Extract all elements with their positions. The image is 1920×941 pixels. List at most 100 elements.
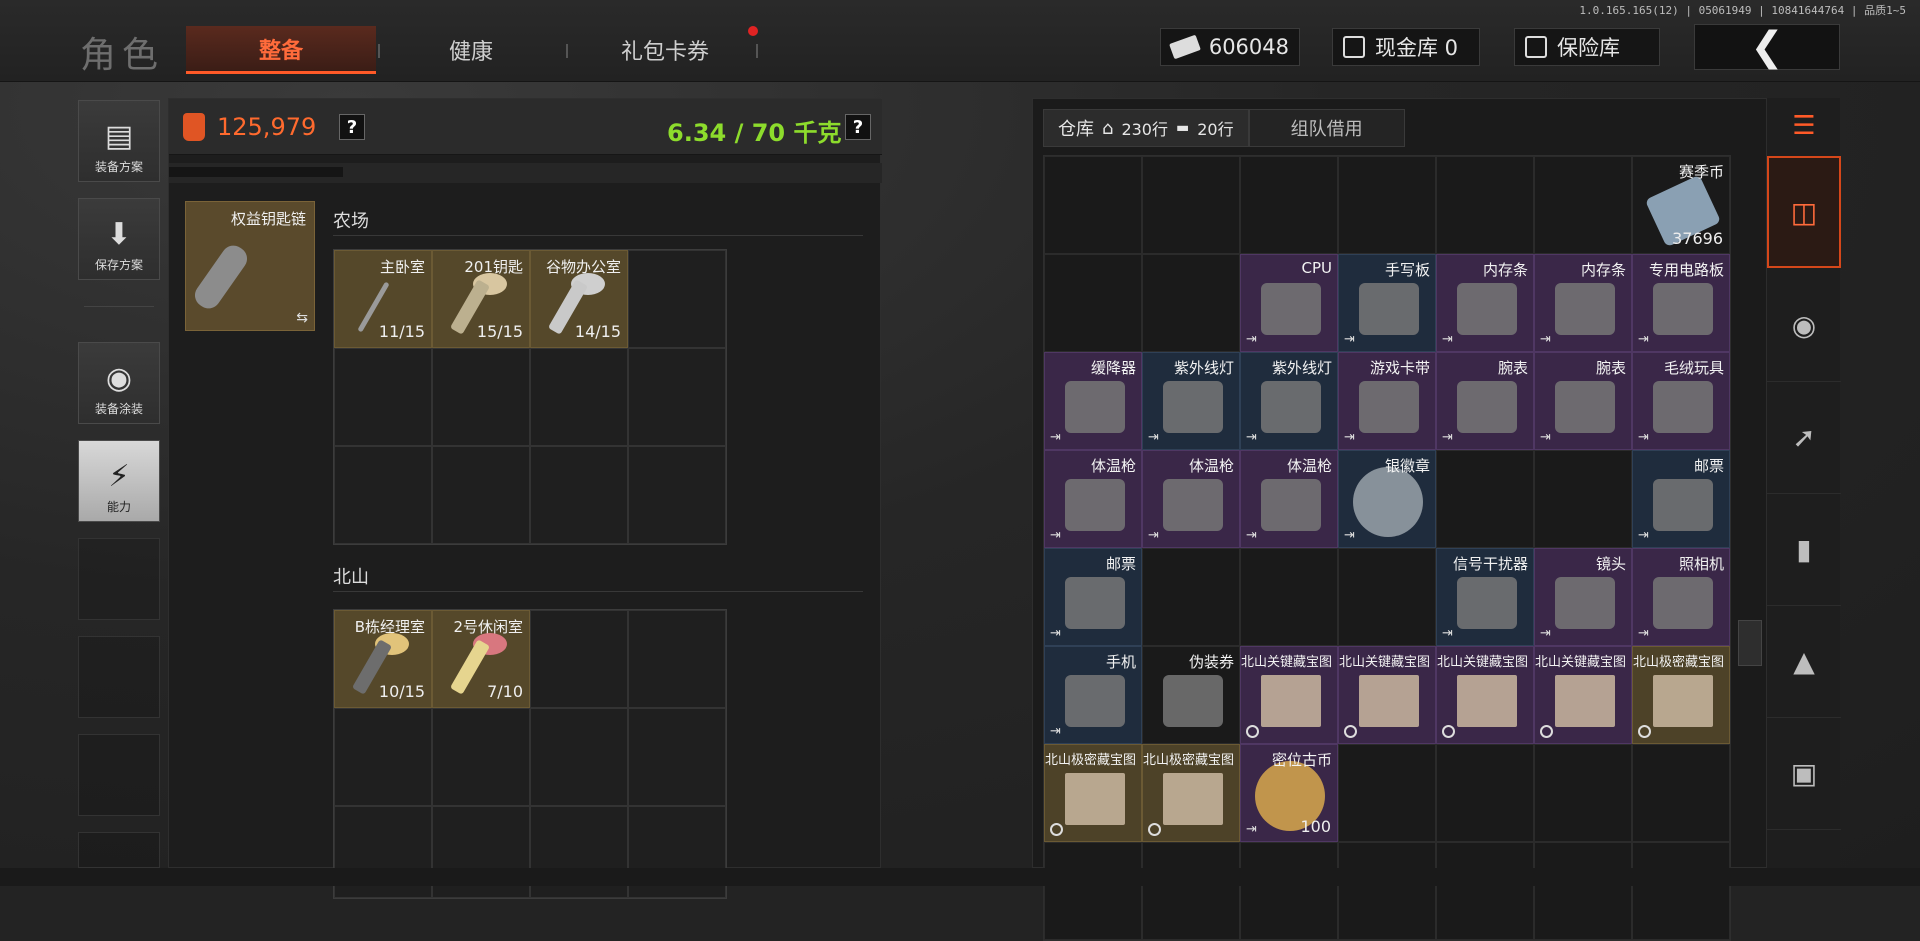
inventory-empty-slot[interactable] — [1044, 254, 1142, 352]
inventory-item[interactable]: 体温枪 ⇥ — [1142, 450, 1240, 548]
category-all-button[interactable]: ◫ — [1767, 156, 1841, 268]
inventory-item[interactable]: 腕表 ⇥ — [1436, 352, 1534, 450]
inventory-item[interactable]: 紫外线灯 ⇥ — [1240, 352, 1338, 450]
inventory-item[interactable]: 体温枪 ⇥ — [1240, 450, 1338, 548]
key-slot[interactable]: 主卧室 11/15 — [334, 250, 432, 348]
inventory-item[interactable]: 邮票 ⇥ — [1632, 450, 1730, 548]
empty-key-slot[interactable] — [432, 708, 530, 806]
inventory-item[interactable]: 紫外线灯 ⇥ — [1142, 352, 1240, 450]
inventory-empty-slot[interactable] — [1436, 842, 1534, 940]
inventory-empty-slot[interactable] — [1534, 156, 1632, 254]
inventory-item[interactable]: 伪装券 — [1142, 646, 1240, 744]
inventory-empty-slot[interactable] — [1142, 548, 1240, 646]
inventory-item[interactable]: 腕表 ⇥ — [1534, 352, 1632, 450]
key-slot[interactable]: 2号休闲室 7/10 — [432, 610, 530, 708]
key-slot[interactable]: 谷物办公室 14/15 — [530, 250, 628, 348]
inventory-item[interactable]: CPU ⇥ — [1240, 254, 1338, 352]
swap-icon[interactable]: ⇆ — [296, 310, 308, 326]
inventory-item[interactable]: 北山极密藏宝图 — [1044, 744, 1142, 842]
inventory-empty-slot[interactable] — [1142, 254, 1240, 352]
inventory-item[interactable]: 北山极密藏宝图 — [1142, 744, 1240, 842]
inventory-item[interactable]: 北山极密藏宝图 — [1632, 646, 1730, 744]
inventory-item[interactable]: 赛季币 37696 — [1632, 156, 1730, 254]
empty-key-slot[interactable] — [334, 348, 432, 446]
empty-key-slot[interactable] — [628, 250, 726, 348]
inventory-item[interactable]: 北山关键藏宝图 — [1338, 646, 1436, 744]
key-slot[interactable]: 201钥匙 15/15 — [432, 250, 530, 348]
inventory-item[interactable]: 内存条 ⇥ — [1534, 254, 1632, 352]
inventory-item[interactable]: 游戏卡带 ⇥ — [1338, 352, 1436, 450]
inventory-empty-slot[interactable] — [1436, 156, 1534, 254]
tab-health[interactable]: 健康 — [396, 26, 546, 74]
inventory-item[interactable]: 信号干扰器 ⇥ — [1436, 548, 1534, 646]
inventory-empty-slot[interactable] — [1338, 842, 1436, 940]
empty-key-slot[interactable] — [530, 348, 628, 446]
sort-refresh-icon[interactable]: ☰ — [1767, 98, 1841, 154]
inventory-empty-slot[interactable] — [1142, 842, 1240, 940]
empty-key-slot[interactable] — [432, 446, 530, 544]
inventory-item[interactable]: 体温枪 ⇥ — [1044, 450, 1142, 548]
weight-help-button[interactable]: ? — [845, 114, 871, 140]
inventory-empty-slot[interactable] — [1338, 744, 1436, 842]
empty-key-slot[interactable] — [530, 610, 628, 708]
inventory-empty-slot[interactable] — [1044, 156, 1142, 254]
inventory-item[interactable]: 北山关键藏宝图 — [1436, 646, 1534, 744]
inventory-empty-slot[interactable] — [1534, 450, 1632, 548]
inventory-empty-slot[interactable] — [1044, 842, 1142, 940]
category-helmet-button[interactable]: ◉ — [1767, 270, 1841, 382]
inventory-empty-slot[interactable] — [1436, 450, 1534, 548]
warehouse-scrollbar[interactable] — [1738, 620, 1762, 666]
inventory-item[interactable]: 照相机 ⇥ — [1632, 548, 1730, 646]
inventory-item[interactable]: 专用电路板 ⇥ — [1632, 254, 1730, 352]
sidebar-item-loadout-plan[interactable]: ▤ 装备方案 — [78, 100, 160, 182]
inventory-empty-slot[interactable] — [1534, 744, 1632, 842]
inventory-empty-slot[interactable] — [1240, 548, 1338, 646]
back-button[interactable]: ❮ — [1694, 24, 1840, 70]
inventory-item[interactable]: 内存条 ⇥ — [1436, 254, 1534, 352]
empty-key-slot[interactable] — [628, 348, 726, 446]
empty-key-slot[interactable] — [530, 446, 628, 544]
category-magazine-button[interactable]: ▮ — [1767, 494, 1841, 606]
tab-team-borrow[interactable]: 组队借用 — [1248, 109, 1405, 147]
inventory-item[interactable]: 手机 ⇥ — [1044, 646, 1142, 744]
inventory-empty-slot[interactable] — [1338, 156, 1436, 254]
empty-key-slot[interactable] — [628, 446, 726, 544]
inventory-empty-slot[interactable] — [1142, 156, 1240, 254]
value-help-button[interactable]: ? — [339, 114, 365, 140]
inventory-empty-slot[interactable] — [1632, 744, 1730, 842]
sidebar-item-skin[interactable]: ◉ 装备涂装 — [78, 342, 160, 424]
inventory-empty-slot[interactable] — [1338, 548, 1436, 646]
inventory-empty-slot[interactable] — [1534, 842, 1632, 940]
tab-gift-coupons[interactable]: 礼包卡券 — [580, 26, 750, 74]
inventory-item[interactable]: 缓降器 ⇥ — [1044, 352, 1142, 450]
empty-key-slot[interactable] — [334, 708, 432, 806]
inventory-empty-slot[interactable] — [1240, 842, 1338, 940]
empty-key-slot[interactable] — [628, 708, 726, 806]
inventory-item[interactable]: 镜头 ⇥ — [1534, 548, 1632, 646]
inventory-item[interactable]: 银徽章 ⇥ — [1338, 450, 1436, 548]
inventory-empty-slot[interactable] — [1632, 842, 1730, 940]
inventory-item[interactable]: 密位古币 ⇥ 100 — [1240, 744, 1338, 842]
cash-vault-button[interactable]: 现金库 0 — [1332, 28, 1480, 66]
category-scope-button[interactable]: ▣ — [1767, 718, 1841, 830]
sidebar-item-save-plan[interactable]: ⬇ 保存方案 — [78, 198, 160, 280]
tab-warehouse[interactable]: 仓库 ⌂ 230行 ▬ 20行 — [1043, 109, 1249, 147]
sidebar-item-ability[interactable]: ⚡ 能力 — [78, 440, 160, 522]
inventory-empty-slot[interactable] — [1240, 156, 1338, 254]
inventory-item[interactable]: 邮票 ⇥ — [1044, 548, 1142, 646]
empty-key-slot[interactable] — [628, 610, 726, 708]
inventory-item[interactable]: 北山关键藏宝图 — [1240, 646, 1338, 744]
empty-key-slot[interactable] — [432, 348, 530, 446]
category-ammo-button[interactable]: ▲ — [1767, 606, 1841, 718]
inventory-item[interactable]: 毛绒玩具 ⇥ — [1632, 352, 1730, 450]
empty-key-slot[interactable] — [530, 708, 628, 806]
key-slot[interactable]: B栋经理室 10/15 — [334, 610, 432, 708]
empty-key-slot[interactable] — [334, 446, 432, 544]
inventory-empty-slot[interactable] — [1436, 744, 1534, 842]
inventory-item[interactable]: 手写板 ⇥ — [1338, 254, 1436, 352]
inventory-item[interactable]: 北山关键藏宝图 — [1534, 646, 1632, 744]
category-rifle-button[interactable]: ➚ — [1767, 382, 1841, 494]
keychain-slot[interactable]: 权益钥匙链 ⇆ — [185, 201, 315, 331]
tab-loadout[interactable]: 整备 — [186, 26, 376, 74]
safe-box-button[interactable]: 保险库 — [1514, 28, 1660, 66]
